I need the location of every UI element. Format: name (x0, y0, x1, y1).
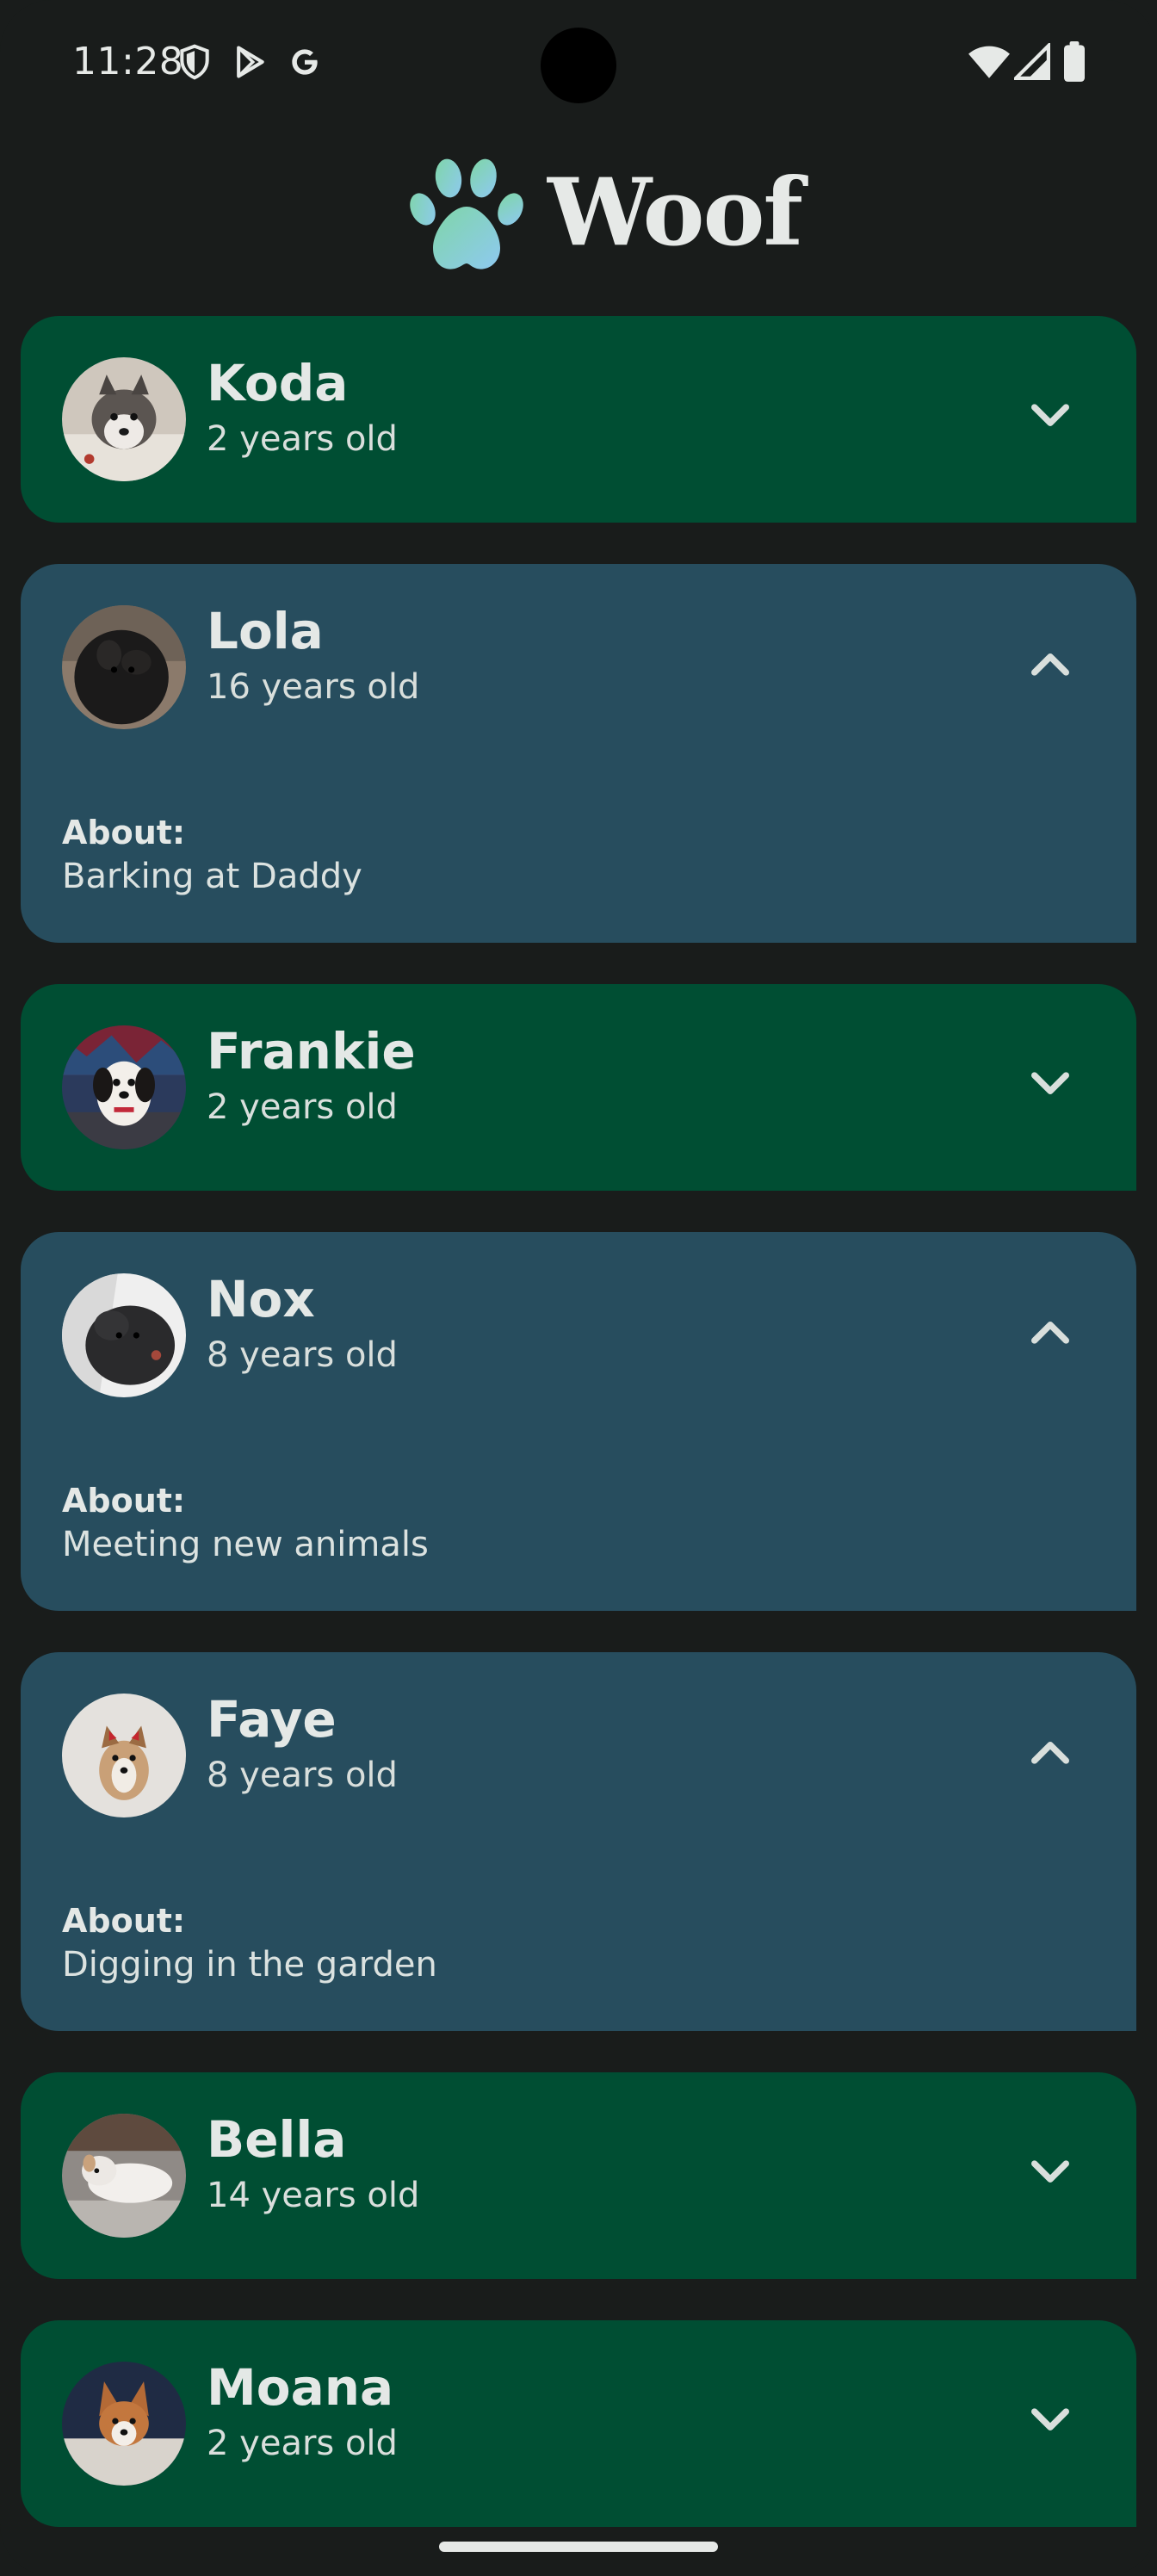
dog-name: Bella (207, 2110, 347, 2169)
dog-name: Faye (207, 1690, 337, 1749)
chevron-up-icon[interactable] (1016, 1297, 1085, 1366)
dog-age: 2 years old (207, 2424, 398, 2463)
dog-card-bella[interactable]: Bella 14 years old (21, 2072, 1136, 2279)
signal-icon (1014, 43, 1050, 80)
chevron-up-icon[interactable] (1016, 1718, 1085, 1786)
play-store-icon (237, 46, 264, 78)
chevron-down-icon[interactable] (1016, 381, 1085, 450)
front-camera (541, 28, 616, 103)
about-label: About: (62, 1482, 186, 1520)
about-label: About: (62, 1902, 186, 1940)
dog-card-nox[interactable]: Nox 8 years old About: Meeting new anima… (21, 1232, 1136, 1611)
paw-icon (410, 158, 523, 269)
chevron-up-icon[interactable] (1016, 629, 1085, 698)
top-app-bar: Woof (0, 138, 1157, 293)
chevron-down-icon[interactable] (1016, 2386, 1085, 2455)
battery-icon (1064, 41, 1085, 82)
screen: 11:28 Woof Koda 2 years old Lola 16 year… (0, 0, 1157, 2576)
dog-card-moana[interactable]: Moana 2 years old (21, 2320, 1136, 2527)
about-text: Barking at Daddy (62, 857, 362, 896)
shield-icon (180, 44, 209, 80)
dog-photo-faye (62, 1694, 186, 1817)
dog-name: Lola (207, 602, 324, 660)
dog-age: 2 years old (207, 1087, 398, 1127)
dog-photo-moana (62, 2362, 186, 2486)
dog-age: 8 years old (207, 1335, 398, 1375)
dog-name: Koda (207, 354, 349, 412)
dog-age: 2 years old (207, 419, 398, 459)
about-label: About: (62, 814, 186, 851)
google-icon (292, 49, 318, 75)
app-title: Woof (548, 158, 803, 267)
dog-name: Frankie (207, 1022, 416, 1081)
dog-age: 8 years old (207, 1756, 398, 1795)
dog-name: Nox (207, 1270, 315, 1328)
chevron-down-icon[interactable] (1016, 2138, 1085, 2207)
dog-name: Moana (207, 2358, 394, 2417)
dog-age: 16 years old (207, 667, 420, 707)
about-text: Meeting new animals (62, 1525, 429, 1564)
dog-photo-frankie (62, 1025, 186, 1149)
dog-age: 14 years old (207, 2176, 420, 2215)
status-bar: 11:28 (0, 0, 1157, 121)
chevron-down-icon[interactable] (1016, 1050, 1085, 1118)
dog-card-koda[interactable]: Koda 2 years old (21, 316, 1136, 523)
about-text: Digging in the garden (62, 1945, 437, 1985)
dog-photo-bella (62, 2114, 186, 2238)
dog-photo-koda (62, 357, 186, 481)
dog-card-frankie[interactable]: Frankie 2 years old (21, 984, 1136, 1191)
dog-card-faye[interactable]: Faye 8 years old About: Digging in the g… (21, 1652, 1136, 2031)
dog-photo-lola (62, 605, 186, 729)
status-time: 11:28 (72, 40, 184, 84)
wifi-icon (968, 46, 1010, 78)
dog-photo-nox (62, 1273, 186, 1397)
home-indicator[interactable] (439, 2542, 718, 2552)
dog-card-lola[interactable]: Lola 16 years old About: Barking at Dadd… (21, 564, 1136, 943)
